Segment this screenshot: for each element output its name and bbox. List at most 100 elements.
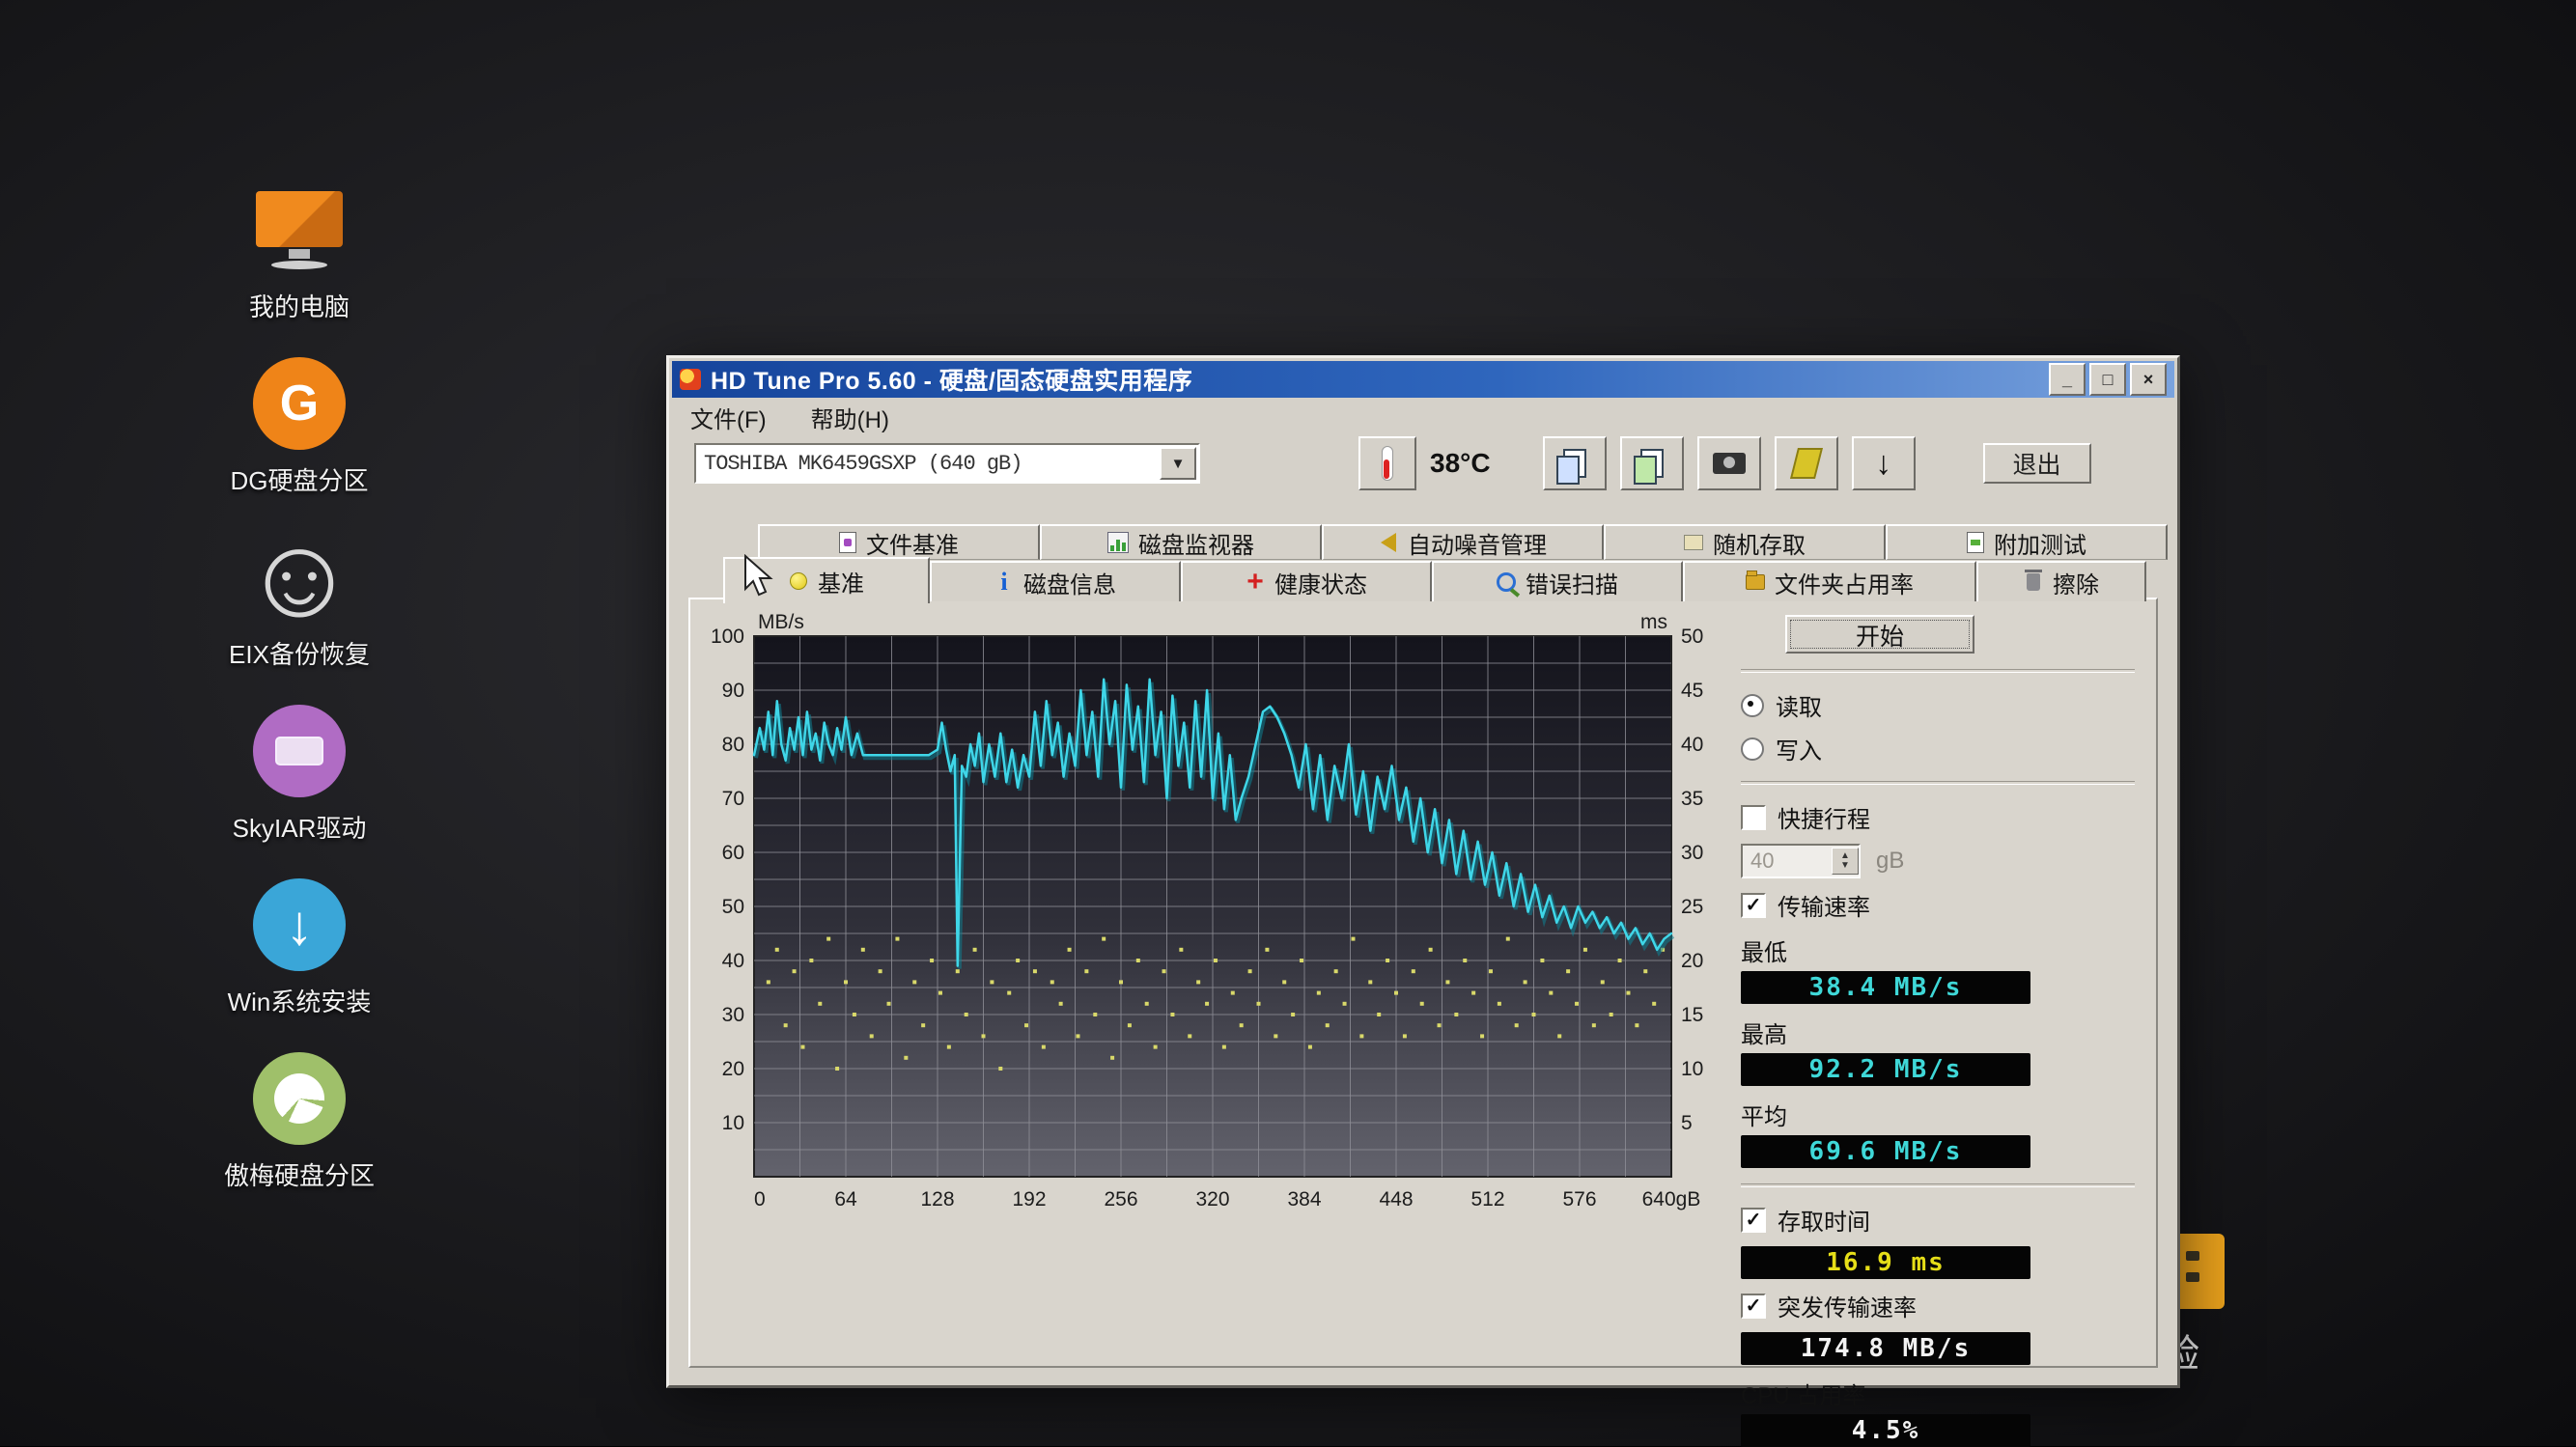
separator — [1741, 669, 2135, 673]
svg-text:45: 45 — [1681, 680, 1703, 702]
close-button[interactable]: × — [2130, 363, 2167, 396]
desktop-icon-column: 我的电脑 G DG硬盘分区 ☺ EIX备份恢复 SkyIAR驱动 ↓ Win系统… — [203, 183, 415, 1226]
device-icon — [253, 705, 346, 797]
window-title: HD Tune Pro 5.60 - 硬盘/固态硬盘实用程序 — [711, 362, 1192, 397]
drive-select-value: TOSHIBA MK6459GSXP (640 gB) — [696, 452, 1160, 476]
max-label: 最高 — [1741, 1016, 2135, 1049]
svg-text:50: 50 — [722, 896, 744, 918]
tab-extra-tests[interactable]: 附加测试 — [1886, 524, 2168, 560]
stepper-buttons[interactable]: ▲▼ — [1832, 848, 1859, 875]
exit-button[interactable]: 退出 — [1983, 443, 2091, 484]
pie-partition-icon — [253, 1052, 346, 1145]
short-stroke-size-row: 40 ▲▼ gB — [1741, 844, 2135, 878]
save-button[interactable] — [1775, 436, 1838, 490]
magnifier-icon — [1497, 572, 1516, 592]
tab-folder-usage[interactable]: 文件夹占用率 — [1683, 561, 1976, 601]
file-benchmark-icon — [839, 532, 856, 553]
separator — [1741, 1183, 2135, 1187]
desktop-icon-dg-partition[interactable]: G DG硬盘分区 — [203, 357, 396, 519]
menu-file[interactable]: 文件(F) — [685, 399, 772, 436]
svg-text:576: 576 — [1562, 1188, 1596, 1210]
svg-text:100: 100 — [711, 626, 744, 648]
read-radio[interactable] — [1741, 694, 1764, 717]
folder-icon — [1746, 572, 1765, 592]
short-stroke-row[interactable]: 快捷行程 — [1741, 800, 2135, 834]
svg-text:320: 320 — [1195, 1188, 1229, 1210]
desktop-icon-aomei-partition[interactable]: 傲梅硬盘分区 — [203, 1052, 396, 1214]
health-cross-icon: + — [1246, 572, 1265, 592]
access-time-value: 16.9 ms — [1741, 1246, 2030, 1279]
short-stroke-size-value: 40 — [1743, 849, 1832, 874]
down-arrow-icon: ↓ — [1875, 447, 1891, 480]
tab-label: 磁盘信息 — [1023, 566, 1116, 599]
extra-tests-icon — [1967, 532, 1984, 553]
tab-disk-monitor[interactable]: 磁盘监视器 — [1040, 524, 1322, 560]
drive-select[interactable]: TOSHIBA MK6459GSXP (640 gB) ▼ — [694, 443, 1200, 484]
tab-health[interactable]: + 健康状态 — [1181, 561, 1432, 601]
tab-label: 擦除 — [2053, 566, 2099, 599]
cpu-usage-label: CPU 占用率 — [1741, 1377, 2135, 1410]
avg-value: 69.6 MB/s — [1741, 1135, 2030, 1168]
desktop: 我的电脑 G DG硬盘分区 ☺ EIX备份恢复 SkyIAR驱动 ↓ Win系统… — [0, 0, 2576, 1446]
write-radio-row[interactable]: 写入 — [1741, 732, 2135, 765]
desktop-icon-win-install[interactable]: ↓ Win系统安装 — [203, 878, 396, 1041]
screenshot-button[interactable] — [1697, 436, 1761, 490]
trash-icon — [2024, 572, 2043, 592]
tab-erase[interactable]: 擦除 — [1976, 561, 2146, 601]
tab-disk-info[interactable]: i 磁盘信息 — [930, 561, 1181, 601]
chart-svg: MB/sms1020304050607080901005101520253035… — [704, 607, 1727, 1235]
copy-results-button[interactable] — [1543, 436, 1607, 490]
svg-text:35: 35 — [1681, 788, 1703, 810]
speaker-icon — [1379, 533, 1398, 552]
svg-text:40: 40 — [1681, 734, 1703, 756]
transfer-rate-checkbox[interactable]: ✓ — [1741, 893, 1766, 918]
burst-rate-label: 突发传输速率 — [1778, 1289, 1917, 1322]
random-access-icon — [1684, 533, 1703, 552]
svg-text:60: 60 — [722, 842, 744, 864]
access-time-checkbox[interactable]: ✓ — [1741, 1208, 1766, 1233]
transfer-rate-label: 传输速率 — [1778, 888, 1870, 922]
tab-error-scan[interactable]: 错误扫描 — [1432, 561, 1683, 601]
thermometer-icon — [1382, 446, 1393, 481]
tab-label: 自动噪音管理 — [1408, 526, 1547, 560]
desktop-icon-my-computer[interactable]: 我的电脑 — [203, 183, 396, 346]
copy-icon — [1563, 449, 1586, 478]
menu-help[interactable]: 帮助(H) — [805, 399, 895, 436]
burst-rate-row[interactable]: ✓ 突发传输速率 — [1741, 1289, 2135, 1322]
svg-text:512: 512 — [1470, 1188, 1504, 1210]
start-button[interactable]: 开始 — [1785, 615, 1974, 654]
disk-monitor-icon — [1107, 532, 1129, 553]
copy-text-button[interactable] — [1620, 436, 1684, 490]
chevron-down-icon[interactable]: ▼ — [1160, 447, 1196, 480]
write-radio[interactable] — [1741, 737, 1764, 761]
minimize-button[interactable]: _ — [2049, 363, 2086, 396]
my-computer-icon — [253, 183, 346, 276]
tab-random-access[interactable]: 随机存取 — [1604, 524, 1886, 560]
desktop-icon-eix-backup[interactable]: ☺ EIX备份恢复 — [203, 531, 396, 693]
maximize-button[interactable]: □ — [2089, 363, 2126, 396]
desktop-icon-skyiar-driver[interactable]: SkyIAR驱动 — [203, 705, 396, 867]
tab-label: 文件基准 — [866, 526, 959, 560]
benchmark-side-panel: 开始 读取 写入 快捷行程 40 ▲▼ — [1741, 615, 2135, 1447]
svg-text:40: 40 — [722, 950, 744, 972]
diskgenius-icon: G — [253, 357, 346, 450]
tab-auto-acoustic[interactable]: 自动噪音管理 — [1322, 524, 1604, 560]
read-radio-row[interactable]: 读取 — [1741, 688, 2135, 722]
tab-file-benchmark[interactable]: 文件基准 — [758, 524, 1040, 560]
temperature-button[interactable] — [1358, 436, 1416, 490]
title-bar[interactable]: HD Tune Pro 5.60 - 硬盘/固态硬盘实用程序 _ □ × — [672, 361, 2174, 398]
transfer-rate-row[interactable]: ✓ 传输速率 — [1741, 888, 2135, 922]
access-time-row[interactable]: ✓ 存取时间 — [1741, 1203, 2135, 1237]
toolbar: TOSHIBA MK6459GSXP (640 gB) ▼ 38°C ↓ 退出 — [669, 433, 2177, 493]
camera-icon — [1713, 453, 1746, 474]
download-button[interactable]: ↓ — [1852, 436, 1916, 490]
short-stroke-size-stepper[interactable]: 40 ▲▼ — [1741, 844, 1861, 878]
save-icon — [1790, 448, 1823, 479]
svg-text:192: 192 — [1012, 1188, 1046, 1210]
burst-rate-checkbox[interactable]: ✓ — [1741, 1294, 1766, 1319]
mouse-cursor — [742, 554, 780, 598]
desktop-icon-label: DG硬盘分区 — [230, 461, 368, 497]
svg-text:80: 80 — [722, 734, 744, 756]
short-stroke-checkbox[interactable] — [1741, 805, 1766, 830]
copy-text-icon — [1640, 449, 1664, 478]
